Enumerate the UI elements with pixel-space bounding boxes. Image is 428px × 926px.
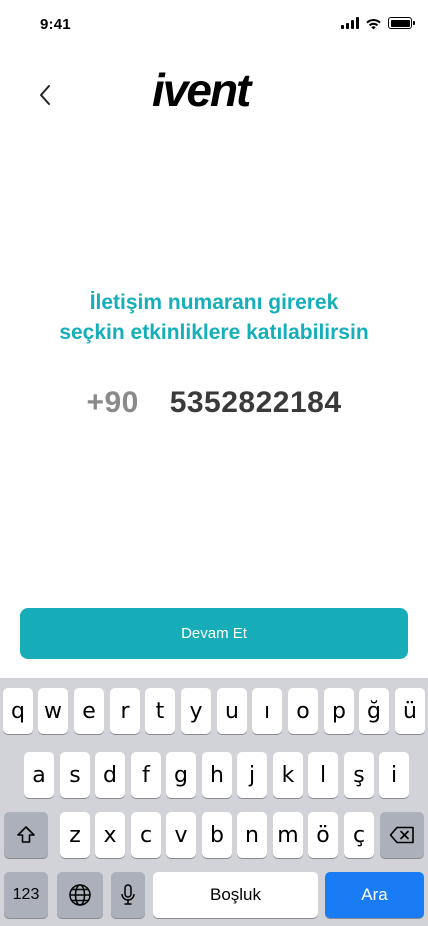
key[interactable]: d (95, 752, 125, 798)
key[interactable]: g (166, 752, 196, 798)
headline: İletişim numaranı girerek seçkin etkinli… (0, 288, 428, 348)
key[interactable]: ç (344, 812, 374, 858)
key[interactable]: c (131, 812, 161, 858)
back-button[interactable] (28, 78, 62, 112)
key[interactable]: w (38, 688, 68, 734)
key[interactable]: z (60, 812, 90, 858)
key[interactable]: o (288, 688, 318, 734)
key[interactable]: t (145, 688, 175, 734)
key[interactable]: ş (344, 752, 374, 798)
microphone-icon (121, 884, 135, 905)
key[interactable]: b (202, 812, 232, 858)
key[interactable]: n (237, 812, 267, 858)
key[interactable]: m (273, 812, 303, 858)
backspace-key[interactable] (380, 812, 424, 858)
key[interactable]: r (110, 688, 140, 734)
key[interactable]: ü (395, 688, 425, 734)
headline-line-2: seçkin etkinliklere katılabilirsin (59, 321, 369, 344)
return-key[interactable]: Ara (325, 872, 424, 918)
key[interactable]: ö (308, 812, 338, 858)
status-icons (341, 16, 415, 30)
key[interactable]: y (181, 688, 211, 734)
key[interactable]: h (202, 752, 232, 798)
headline-line-1: İletişim numaranı girerek (89, 291, 339, 314)
key[interactable]: u (217, 688, 247, 734)
phone-number-field[interactable]: +90 5352822184 (0, 386, 428, 420)
signal-icon (341, 17, 359, 29)
key[interactable]: j (237, 752, 267, 798)
key[interactable]: f (131, 752, 161, 798)
numbers-key[interactable]: 123 (4, 872, 48, 918)
country-code[interactable]: +90 (86, 386, 138, 419)
backspace-icon (389, 826, 414, 844)
key[interactable]: v (166, 812, 196, 858)
globe-key[interactable] (57, 872, 103, 918)
microphone-key[interactable] (111, 872, 145, 918)
shift-key[interactable] (4, 812, 48, 858)
wifi-icon (366, 18, 381, 29)
key[interactable]: x (95, 812, 125, 858)
ivent-logo: ivent (152, 64, 255, 112)
key[interactable]: p (324, 688, 354, 734)
key[interactable]: q (3, 688, 33, 734)
battery-icon (388, 17, 415, 29)
continue-button[interactable]: Devam Et (20, 608, 408, 659)
chevron-left-icon (40, 85, 50, 105)
key[interactable]: s (60, 752, 90, 798)
key[interactable]: l (308, 752, 338, 798)
key[interactable]: i (379, 752, 409, 798)
space-key[interactable]: Boşluk (153, 872, 318, 918)
key[interactable]: ı (252, 688, 282, 734)
key[interactable]: k (273, 752, 303, 798)
key[interactable]: ğ (359, 688, 389, 734)
phone-number-value[interactable]: 5352822184 (170, 386, 342, 419)
key[interactable]: a (24, 752, 54, 798)
key[interactable]: e (74, 688, 104, 734)
shift-icon (17, 826, 35, 843)
svg-text:ivent: ivent (152, 64, 253, 112)
globe-icon (69, 884, 91, 906)
keyboard: q w e r t y u ı o p ğ ü a s d f g h j k … (0, 678, 428, 926)
status-time: 9:41 (40, 16, 71, 33)
status-bar: 9:41 (0, 0, 428, 48)
